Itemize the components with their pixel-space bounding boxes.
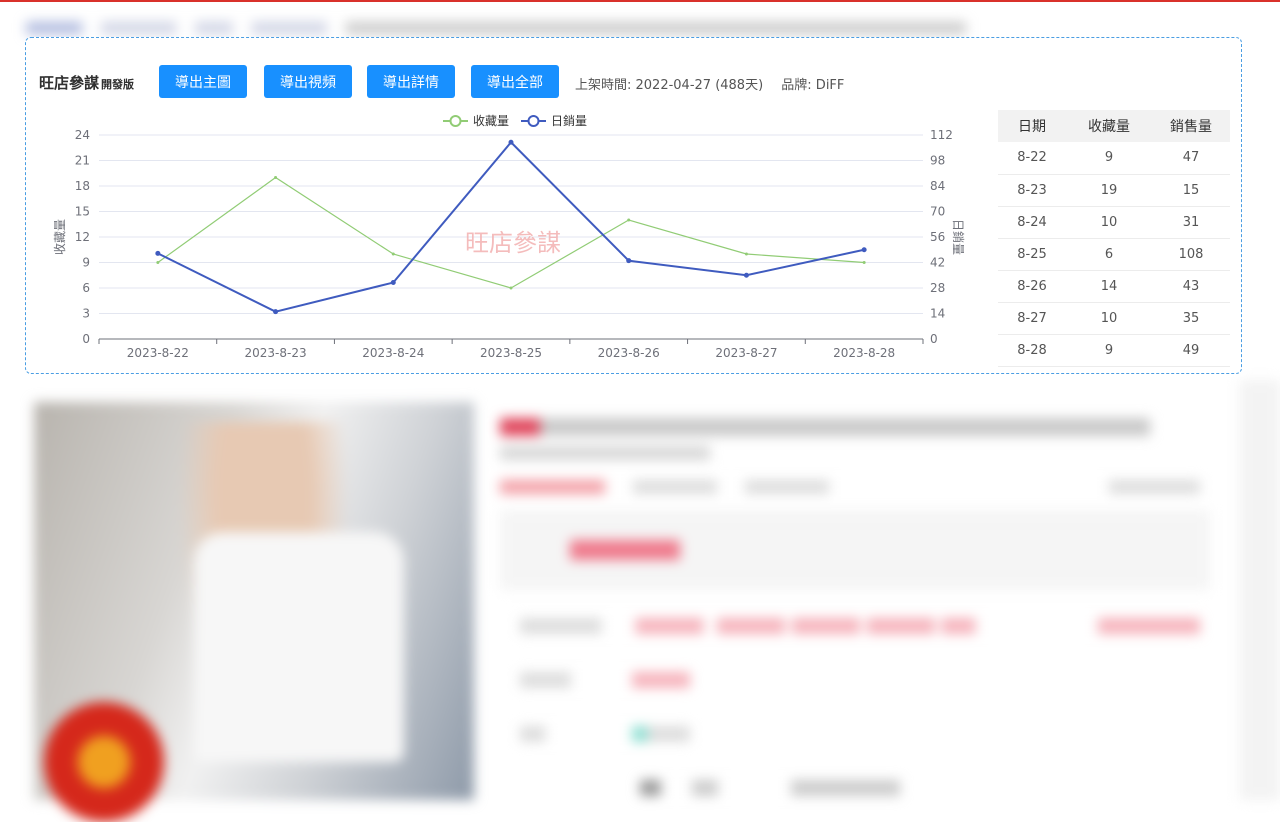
data-point <box>743 272 749 278</box>
cell-favorites: 10 <box>1066 206 1152 239</box>
shop-analysis-panel: 旺店參謀 開發版 導出主圖 導出視頻 導出詳情 導出全部 上架時間: 2022-0… <box>25 37 1242 374</box>
cell-date: 8-28 <box>998 334 1066 367</box>
cell-favorites: 14 <box>1066 270 1152 303</box>
y-right-tick-label: 84 <box>930 179 945 193</box>
option-row-size[interactable] <box>520 672 690 688</box>
y-left-tick-label: 6 <box>82 281 90 295</box>
cell-sales: 35 <box>1152 302 1230 335</box>
cell-favorites: 10 <box>1066 302 1152 335</box>
y-left-axis-label: 收藏量 <box>53 219 67 255</box>
cell-date: 8-27 <box>998 302 1066 335</box>
table-row: 8-25 6 108 <box>998 238 1230 271</box>
y-left-tick-label: 24 <box>75 128 90 142</box>
cell-sales: 31 <box>1152 206 1230 239</box>
y-right-tick-label: 42 <box>930 256 945 270</box>
x-tick-label: 2023-8-24 <box>362 346 424 360</box>
cell-date: 8-24 <box>998 206 1066 239</box>
option-row-service[interactable] <box>520 726 690 742</box>
legend-label: 收藏量 <box>473 114 509 128</box>
cell-date: 8-26 <box>998 270 1066 303</box>
y-left-tick-label: 9 <box>82 256 90 270</box>
x-tick-label: 2023-8-28 <box>833 346 895 360</box>
y-right-axis-label: 日銷量 <box>951 219 966 255</box>
header-date: 日期 <box>998 110 1066 142</box>
sales-chart: 0 3 6 9 12 15 18 21 24 0 14 28 42 56 70 84 98 112 2023-8-2… <box>53 113 966 360</box>
data-point <box>274 176 278 179</box>
y-right-tick-label: 112 <box>930 128 953 142</box>
daily-data-table: 日期 收藏量 銷售量 8-22 9 47 8-23 19 15 8-24 10 31 8-25 6 1… <box>998 110 1230 367</box>
y-right-tick-label: 14 <box>930 307 945 321</box>
y-left-tick-label: 15 <box>75 205 90 219</box>
y-right-tick-label: 70 <box>930 205 945 219</box>
option-row-actions[interactable] <box>640 780 900 796</box>
y-left-tick-label: 21 <box>75 154 90 168</box>
x-tick-label: 2023-8-26 <box>598 346 660 360</box>
product-image[interactable] <box>34 402 474 822</box>
table-row: 8-23 19 15 <box>998 174 1230 207</box>
side-strip <box>1240 380 1280 800</box>
data-point <box>744 252 748 256</box>
y-right-tick-label: 56 <box>930 230 945 244</box>
table-row: 8-26 14 43 <box>998 270 1230 303</box>
cell-date: 8-23 <box>998 174 1066 207</box>
cell-favorites: 6 <box>1066 238 1152 271</box>
data-point <box>509 286 513 290</box>
header-sales: 銷售量 <box>1152 110 1230 142</box>
cell-favorites: 19 <box>1066 174 1152 207</box>
cell-favorites: 9 <box>1066 142 1152 175</box>
cell-sales: 15 <box>1152 174 1230 207</box>
data-point <box>862 261 866 264</box>
cell-favorites: 9 <box>1066 334 1152 367</box>
x-tick-label: 2023-8-27 <box>715 346 777 360</box>
data-point <box>861 247 867 253</box>
cell-sales: 47 <box>1152 142 1230 175</box>
table-row: 8-24 10 31 <box>998 206 1230 239</box>
cell-sales: 43 <box>1152 270 1230 303</box>
table-row: 8-22 9 47 <box>998 142 1230 175</box>
cell-date: 8-22 <box>998 142 1066 175</box>
x-tick-label: 2023-8-25 <box>480 346 542 360</box>
data-point <box>156 261 160 264</box>
cell-date: 8-25 <box>998 238 1066 271</box>
legend-marker <box>449 115 462 127</box>
data-point <box>390 280 396 286</box>
data-point <box>273 309 279 315</box>
table-row: 8-28 9 49 <box>998 334 1230 367</box>
product-subtitle <box>500 446 710 460</box>
chart-watermark: 旺店參謀 <box>465 229 561 257</box>
cell-sales: 108 <box>1152 238 1230 271</box>
x-tick-label: 2023-8-23 <box>245 346 307 360</box>
table-header-row: 日期 收藏量 銷售量 <box>998 110 1230 142</box>
y-left-tick-label: 3 <box>82 307 90 321</box>
data-point <box>391 252 395 256</box>
breadcrumb <box>26 22 966 34</box>
product-tabs[interactable] <box>500 480 1200 494</box>
product-title <box>500 418 1150 436</box>
legend-label: 日銷量 <box>551 113 587 128</box>
y-left-tick-label: 0 <box>82 332 90 346</box>
series-line-daily-sales <box>157 140 865 313</box>
price-box <box>500 510 1210 590</box>
y-right-tick-label: 28 <box>930 281 945 295</box>
y-right-tick-label: 0 <box>930 332 938 346</box>
y-left-tick-label: 18 <box>75 179 90 193</box>
y-left-tick-label: 12 <box>75 230 90 244</box>
data-point <box>626 258 632 264</box>
cell-sales: 49 <box>1152 334 1230 367</box>
x-tick-label: 2023-8-22 <box>127 346 189 360</box>
option-row-colors[interactable] <box>520 618 1200 634</box>
y-right-tick-label: 98 <box>930 154 945 168</box>
header-favorites: 收藏量 <box>1066 110 1152 142</box>
data-point <box>155 250 161 256</box>
table-row: 8-27 10 35 <box>998 302 1230 335</box>
data-point <box>508 139 514 145</box>
data-point <box>627 218 631 222</box>
legend-marker <box>527 115 540 127</box>
